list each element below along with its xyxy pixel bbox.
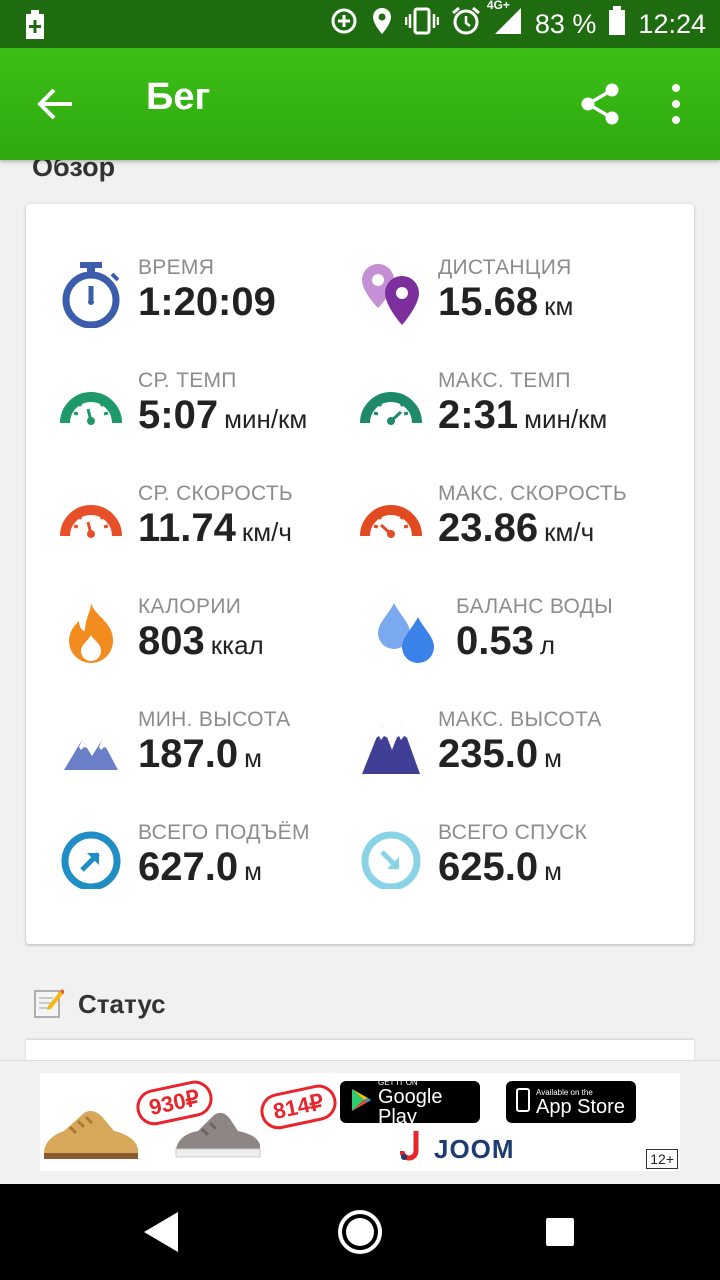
status-section-header: Статус (34, 986, 166, 1022)
app-store-badge[interactable]: Available on the App Store (506, 1081, 636, 1123)
stat-avg-speed: СР. СКОРОСТЬ 11.74 км/ч (60, 482, 380, 582)
status-section-title: Статус (78, 988, 166, 1019)
app-bar: Бег (0, 48, 720, 160)
speedometer-icon (60, 375, 122, 437)
battery-icon (608, 5, 626, 43)
joom-logo: JOOM (399, 1129, 515, 1169)
recents-icon[interactable] (544, 1216, 576, 1253)
data-saver-icon (329, 6, 359, 43)
speedometer-icon (360, 488, 422, 550)
app-store-big: App Store (536, 1095, 625, 1118)
stat-total-ascent: ВСЕГО ПОДЪЁМ 627.0 м (60, 821, 380, 921)
back-icon[interactable] (142, 1210, 182, 1259)
stat-unit: м (244, 743, 262, 773)
stat-unit: км/ч (241, 517, 292, 547)
stat-unit: км (544, 291, 574, 321)
ad-banner-area: 930₽ 814₽ GET IT ON Google Play Availabl… (0, 1060, 720, 1185)
battery-percentage: 83 % (534, 8, 597, 39)
more-options-icon[interactable] (666, 82, 686, 126)
stat-label: КАЛОРИИ (138, 595, 242, 618)
stat-value: 803 (138, 619, 205, 663)
speedometer-icon (60, 488, 122, 550)
price-badge: 814₽ (257, 1081, 340, 1133)
stat-label: ДИСТАНЦИЯ (438, 256, 572, 279)
home-icon[interactable] (336, 1208, 384, 1261)
stat-distance: ДИСТАНЦИЯ 15.68 км (360, 256, 680, 356)
speedometer-icon (360, 375, 422, 437)
share-icon[interactable] (580, 82, 620, 126)
map-pins-icon (360, 262, 422, 325)
stat-label: ВСЕГО СПУСК (438, 821, 588, 844)
stat-min-altitude: МИН. ВЫСОТА 187.0 м (60, 708, 380, 808)
page-title: Бег (146, 76, 211, 118)
google-play-big: Google Play (378, 1085, 443, 1128)
stat-max-pace: МАКС. ТЕМП 2:31 мин/км (360, 369, 680, 469)
signal-icon: 4G+ (487, 0, 523, 43)
stat-unit: мин/км (524, 404, 608, 434)
joom-logo-icon (399, 1129, 424, 1169)
stat-value: 11.74 (138, 506, 236, 550)
arrow-down-circle-icon (360, 827, 422, 891)
stat-label: БАЛАНС ВОДЫ (456, 595, 614, 618)
vibrate-icon (404, 6, 440, 43)
fire-icon (60, 601, 122, 663)
age-rating: 12+ (646, 1149, 678, 1169)
google-play-icon (350, 1088, 372, 1117)
stat-total-descent: ВСЕГО СПУСК 625.0 м (360, 821, 680, 921)
stat-label: ВСЕГО ПОДЪЁМ (138, 821, 310, 844)
status-bar: 4G+ 83 % 12:24 (0, 0, 720, 48)
notepad-icon (34, 986, 66, 1023)
stat-time: ВРЕМЯ 1:20:09 (60, 256, 380, 356)
sneaker-image-2 (172, 1107, 264, 1168)
stat-unit: м (544, 856, 562, 886)
alarm-icon (451, 6, 481, 43)
stat-value: 235.0 (438, 732, 539, 776)
mountains-icon (360, 714, 422, 776)
stat-value: 0.53 (456, 619, 534, 663)
back-arrow-icon[interactable] (36, 84, 76, 124)
stat-label: МИН. ВЫСОТА (138, 708, 291, 731)
overview-card: ВРЕМЯ 1:20:09 ДИСТАНЦИЯ 15.68 км СР. ТЕМП… (26, 204, 694, 944)
mountains-icon (60, 714, 122, 776)
stat-max-speed: МАКС. СКОРОСТЬ 23.86 км/ч (360, 482, 680, 582)
stat-value: 5:07 (138, 393, 219, 437)
location-icon (371, 6, 393, 43)
stat-unit: км/ч (544, 517, 595, 547)
stat-value: 1:20:09 (138, 280, 276, 324)
ad-banner[interactable]: 930₽ 814₽ GET IT ON Google Play Availabl… (40, 1073, 680, 1171)
joom-brand-name: JOOM (434, 1133, 515, 1164)
stat-unit: м (544, 743, 562, 773)
stat-calories: КАЛОРИИ 803 ккал (60, 595, 380, 695)
stat-unit: мин/км (224, 404, 308, 434)
network-type: 4G+ (486, 0, 510, 12)
phone-icon (516, 1087, 530, 1117)
stat-label: СР. СКОРОСТЬ (138, 482, 293, 505)
stat-value: 627.0 (138, 845, 239, 889)
water-drops-icon (376, 601, 438, 663)
stat-label: МАКС. ВЫСОТА (438, 708, 602, 731)
stat-unit: л (539, 630, 556, 660)
google-play-badge[interactable]: GET IT ON Google Play (340, 1078, 480, 1127)
stat-unit: ккал (210, 630, 264, 660)
stat-water-balance: БАЛАНС ВОДЫ 0.53 л (376, 595, 696, 695)
sneaker-image-1 (40, 1103, 140, 1168)
stat-unit: м (244, 856, 262, 886)
arrow-up-circle-icon (60, 827, 122, 891)
stat-label: МАКС. СКОРОСТЬ (438, 482, 627, 505)
clock: 12:24 (638, 8, 706, 39)
stat-value: 23.86 (438, 506, 539, 550)
navigation-bar (0, 1184, 720, 1280)
stat-max-altitude: МАКС. ВЫСОТА 235.0 м (360, 708, 680, 808)
stat-label: МАКС. ТЕМП (438, 369, 571, 392)
stat-value: 2:31 (438, 393, 519, 437)
stat-value: 625.0 (438, 845, 539, 889)
stat-label: СР. ТЕМП (138, 369, 237, 392)
stat-value: 187.0 (138, 732, 239, 776)
battery-saver-icon (24, 10, 46, 45)
stopwatch-icon (60, 262, 122, 329)
stat-avg-pace: СР. ТЕМП 5:07 мин/км (60, 369, 380, 469)
stat-label: ВРЕМЯ (138, 256, 215, 279)
stat-value: 15.68 (438, 280, 539, 324)
